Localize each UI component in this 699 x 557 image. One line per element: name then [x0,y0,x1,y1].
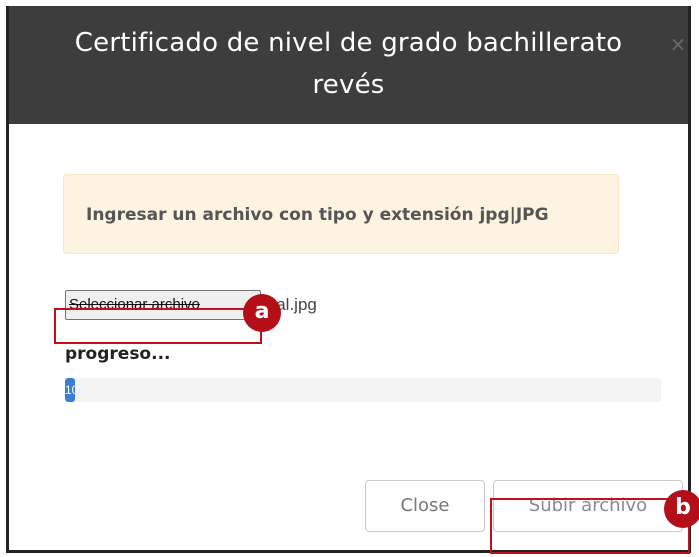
upload-modal: Certificado de nivel de grado bachillera… [6,6,691,553]
upload-progress-bar: 100% [65,378,661,402]
annotation-badge-b: b [664,490,699,528]
modal-title: Certificado de nivel de grado bachillera… [74,28,623,100]
close-icon[interactable]: × [668,32,688,56]
progress-value-text: 100% [65,383,75,397]
screenshot-frame: Certificado de nivel de grado bachillera… [0,0,699,557]
close-button[interactable]: Close [365,480,485,532]
modal-header: Certificado de nivel de grado bachillera… [9,6,688,124]
progress-label: progreso... [65,344,171,364]
upload-file-button[interactable]: Subir archivo [493,480,683,532]
annotation-badge-a: a [243,294,281,332]
choose-file-button[interactable]: Seleccionar archivo [65,290,261,320]
file-type-alert: Ingresar un archivo con tipo y extensión… [63,174,619,254]
